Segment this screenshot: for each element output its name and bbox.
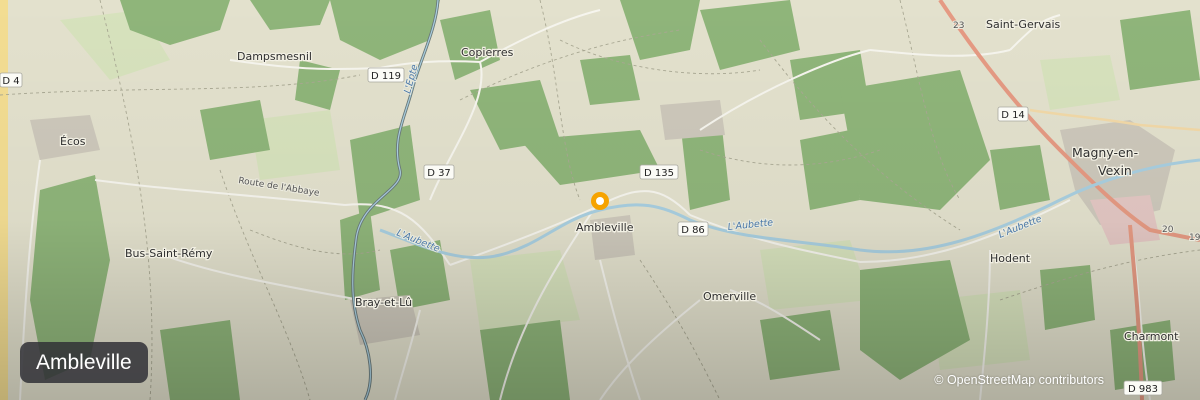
road-label-d135: D 135 xyxy=(644,168,674,179)
road-shield-d135: D 135 xyxy=(639,164,679,180)
place-label-hodent[interactable]: Hodent xyxy=(989,251,1032,267)
road-shield-d14: D 14 xyxy=(997,106,1029,122)
road-label-19: 19 xyxy=(1189,233,1200,243)
place-label-copierres[interactable]: Copierres xyxy=(460,45,515,61)
road-label-d983: D 983 xyxy=(1128,384,1158,395)
place-label-ambleville[interactable]: Ambleville xyxy=(575,220,635,236)
road-label-d14: D 14 xyxy=(1001,110,1025,121)
place-label-omerville[interactable]: Omerville xyxy=(702,289,758,305)
road-label-d86: D 86 xyxy=(681,225,705,236)
place-label-ecos[interactable]: Écos xyxy=(59,134,87,150)
place-label-bus-saint-remy[interactable]: Bus-Saint-Rémy xyxy=(124,246,214,262)
road-shield-d37: D 37 xyxy=(423,164,455,180)
location-caption: Ambleville xyxy=(20,342,148,383)
place-label-saint-gervais[interactable]: Saint-Gervais xyxy=(985,17,1062,33)
road-label-d4: D 4 xyxy=(2,76,19,87)
place-label-magny-en-vexin-line2[interactable]: Vexin xyxy=(1097,162,1133,180)
road-shield-d119: D 119 xyxy=(367,67,405,83)
road-shield-d86: D 86 xyxy=(677,221,709,237)
road-label-d37: D 37 xyxy=(427,168,451,179)
road-label-d119: D 119 xyxy=(371,71,401,82)
place-label-magny-en-vexin-line1[interactable]: Magny-en- xyxy=(1071,144,1140,162)
road-shield-d983: D 983 xyxy=(1123,380,1163,396)
map-canvas[interactable]: D 4 D 119 D 37 D 135 D 86 D 14 D 983 23 … xyxy=(0,0,1200,400)
map-attribution[interactable]: © OpenStreetMap contributors xyxy=(934,373,1104,387)
road-label-20: 20 xyxy=(1162,225,1174,235)
location-pin-icon[interactable] xyxy=(591,192,609,210)
place-label-bray-et-lu[interactable]: Bray-et-Lû xyxy=(354,295,414,311)
place-label-dampsmesnil[interactable]: Dampsmesnil xyxy=(236,49,313,65)
road-shield-d4: D 4 xyxy=(0,72,23,88)
place-label-charmont[interactable]: Charmont xyxy=(1123,329,1181,345)
road-label-23: 23 xyxy=(953,21,964,31)
